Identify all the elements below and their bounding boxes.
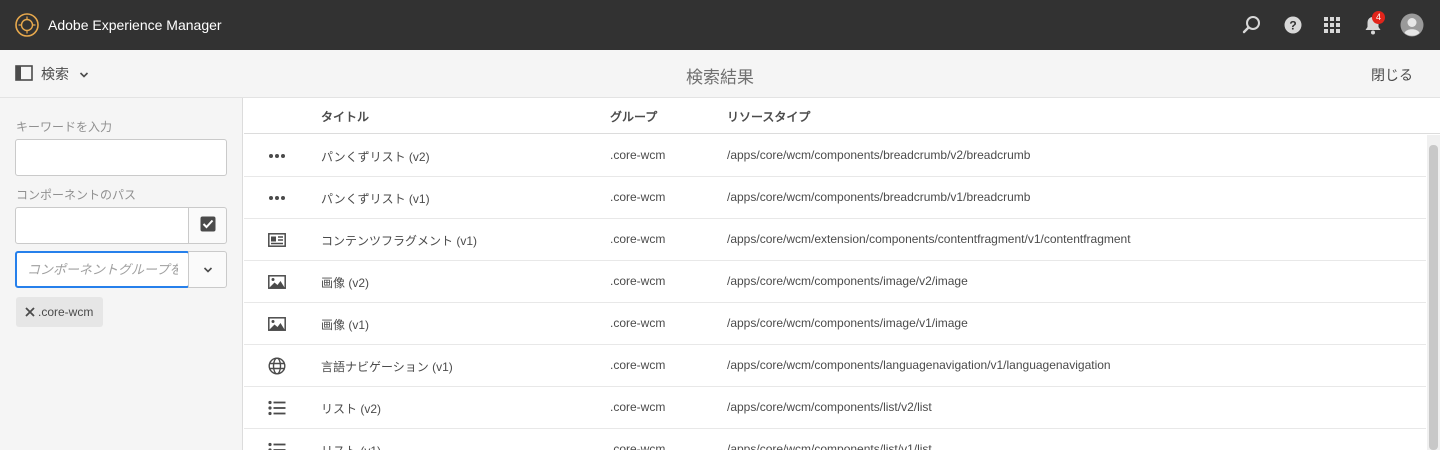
column-header-resource-type[interactable]: リソースタイプ [727,108,810,125]
row-resource-type: /apps/core/wcm/components/breadcrumb/v2/… [727,148,1031,162]
table-row[interactable]: 画像 (v2) .core-wcm /apps/core/wcm/compone… [244,261,1426,303]
component-path-input[interactable] [15,207,189,244]
row-title: パンくずリスト (v1) [321,192,430,206]
close-button[interactable]: 閉じる [1371,65,1413,85]
rail-toggle-icon [15,64,33,84]
row-group: .core-wcm [610,274,666,288]
top-bar: Adobe Experience Manager ? 4 [0,0,1440,50]
results-table: タイトル グループ リソースタイプ パンくずリスト (v2) .core-wcm… [244,98,1440,450]
table-row[interactable]: パンくずリスト (v2) .core-wcm /apps/core/wcm/co… [244,135,1426,177]
globe-icon [267,357,287,375]
row-title: コンテンツフラグメント (v1) [321,234,478,248]
row-group: .core-wcm [610,358,666,372]
row-title: 画像 (v1) [321,318,370,332]
list-icon [267,441,287,450]
row-resource-type: /apps/core/wcm/components/image/v1/image [727,316,968,330]
row-group: .core-wcm [610,232,666,246]
search-icon[interactable] [1240,13,1264,37]
row-resource-type: /apps/core/wcm/components/languagenaviga… [727,358,1111,372]
ellipsis-icon [267,189,287,207]
help-icon[interactable]: ? [1281,13,1305,37]
scrollbar-thumb[interactable] [1429,145,1438,450]
table-row[interactable]: リスト (v2) .core-wcm /apps/core/wcm/compon… [244,387,1426,429]
close-icon[interactable] [25,305,35,320]
group-tag[interactable]: .core-wcm [16,297,104,327]
table-row[interactable]: パンくずリスト (v1) .core-wcm /apps/core/wcm/co… [244,177,1426,219]
column-header-group[interactable]: グループ [610,108,657,125]
action-bar: 検索 検索結果 閉じる [0,50,1440,98]
row-title: リスト (v2) [321,402,382,416]
row-title: リスト (v1) [321,442,381,450]
row-resource-type: /apps/core/wcm/extension/components/cont… [727,232,1131,246]
row-group: .core-wcm [610,442,666,450]
path-checkbox[interactable] [188,207,227,244]
row-resource-type: /apps/core/wcm/components/list/v1/list [727,442,932,450]
group-tag-label: .core-wcm [38,305,94,319]
apps-grid-icon[interactable] [1320,13,1344,37]
row-resource-type: /apps/core/wcm/components/list/v2/list [727,400,932,414]
component-group-dropdown-button[interactable] [188,251,227,288]
rail-toggle-label: 検索 [41,66,69,82]
image-icon [267,315,287,333]
rail-toggle-button[interactable]: 検索 [15,63,89,85]
table-row[interactable]: 画像 (v1) .core-wcm /apps/core/wcm/compone… [244,303,1426,345]
list-icon [267,399,287,417]
row-group: .core-wcm [610,190,666,204]
checkmark-icon [200,216,216,235]
row-resource-type: /apps/core/wcm/components/breadcrumb/v1/… [727,190,1031,204]
svg-text:?: ? [1289,19,1296,33]
chevron-down-icon [79,67,89,82]
content-fragment-icon [267,231,287,249]
keyword-label: キーワードを入力 [16,120,113,134]
chevron-down-icon [203,262,213,277]
component-group-input[interactable] [15,251,190,288]
adobe-logo-icon[interactable] [15,13,39,37]
row-title: 画像 (v2) [321,276,370,290]
row-group: .core-wcm [610,400,666,414]
row-resource-type: /apps/core/wcm/components/image/v2/image [727,274,968,288]
table-header: タイトル グループ リソースタイプ [244,98,1440,134]
search-filter-rail: キーワードを入力 コンポーネントのパス .core-wcm [0,98,243,450]
table-row[interactable]: コンテンツフラグメント (v1) .core-wcm /apps/core/wc… [244,219,1426,261]
column-header-title[interactable]: タイトル [321,108,369,125]
table-row[interactable]: リスト (v1) .core-wcm /apps/core/wcm/compon… [244,429,1426,450]
notification-badge: 4 [1372,11,1385,24]
row-group: .core-wcm [610,316,666,330]
page-title: 検索結果 [686,68,754,87]
image-icon [267,273,287,291]
avatar-icon[interactable] [1400,13,1424,37]
row-group: .core-wcm [610,148,666,162]
row-title: 言語ナビゲーション (v1) [321,360,453,374]
vertical-scrollbar[interactable] [1427,135,1440,450]
ellipsis-icon [267,147,287,165]
row-title: パンくずリスト (v2) [321,150,430,164]
component-path-label: コンポーネントのパス [16,188,137,202]
keyword-input[interactable] [15,139,227,176]
table-row[interactable]: 言語ナビゲーション (v1) .core-wcm /apps/core/wcm/… [244,345,1426,387]
app-title[interactable]: Adobe Experience Manager [48,17,222,33]
